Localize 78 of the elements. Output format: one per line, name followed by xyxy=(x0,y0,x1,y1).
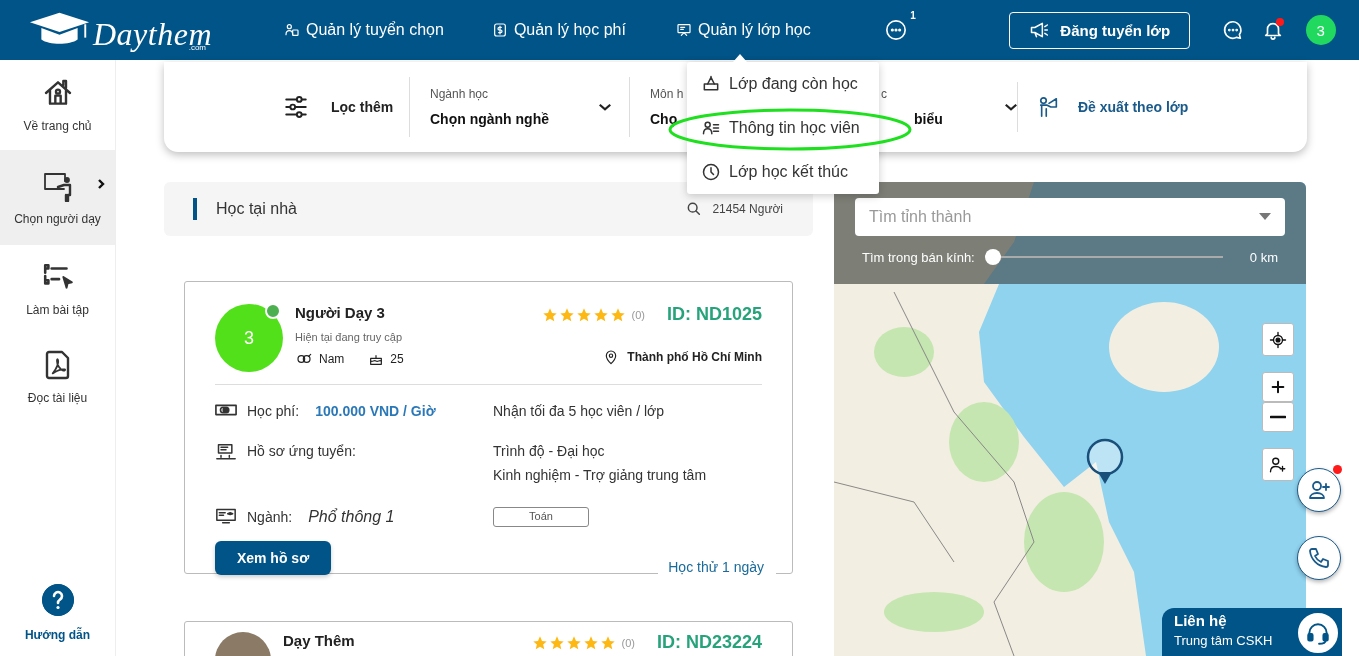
clock-icon xyxy=(701,162,721,182)
suggest-link[interactable]: Đề xuất theo lớp xyxy=(1017,82,1189,132)
sidebar-item[interactable]: Đọc tài liệu xyxy=(0,333,115,421)
trial-text: Học thử 1 ngày xyxy=(658,559,776,575)
more-filters-button[interactable]: Lọc thêm xyxy=(283,94,409,120)
capacity-text: Nhận tối đa 5 học viên / lớp xyxy=(493,403,666,419)
chevron-icon xyxy=(97,178,105,190)
avatar: 3 xyxy=(215,304,283,372)
add-person-button[interactable] xyxy=(1262,448,1294,481)
chat-button[interactable] xyxy=(1221,19,1244,41)
major-label: Ngành: xyxy=(247,509,293,525)
person-plus-icon xyxy=(1307,478,1331,502)
major-value: Phổ thông 1 xyxy=(308,508,395,526)
contact-subtitle: Trung tâm CSKH xyxy=(1174,633,1274,648)
person-plus-icon xyxy=(1269,455,1287,474)
sidebar-item[interactable]: Chọn người dạy xyxy=(0,150,115,245)
filter-dropdown[interactable]: c biểu xyxy=(881,77,1017,137)
status-text: Hiện tại đang truy cập xyxy=(295,331,403,343)
person-list-icon xyxy=(701,118,721,138)
view-profile-button[interactable]: Xem hồ sơ xyxy=(215,541,331,575)
megaphone-icon xyxy=(1028,20,1051,40)
sidebar-item[interactable]: Về trang chủ xyxy=(0,60,115,150)
post-class-button[interactable]: Đăng tuyển lớp xyxy=(1008,11,1190,49)
profile-detail: Trình độ - Đại học xyxy=(493,443,606,459)
review-count: (0) xyxy=(621,636,635,649)
age: 25 xyxy=(390,352,404,366)
tutor-name: Người Dạy 3 xyxy=(295,304,386,321)
phone-icon xyxy=(1307,546,1331,570)
fee-label: Học phí: xyxy=(247,403,300,419)
locate-button[interactable] xyxy=(1262,323,1294,356)
dollar-icon xyxy=(491,22,508,38)
plus-icon xyxy=(1270,379,1286,395)
desk-icon xyxy=(701,74,721,94)
zoom-in-button[interactable] xyxy=(1262,372,1294,402)
fee-value: 100.000 VND / Giờ xyxy=(315,403,436,419)
presentation-icon xyxy=(215,443,237,463)
logo[interactable]: Daythem .com xyxy=(28,8,212,52)
search-icon xyxy=(686,201,703,217)
money-icon xyxy=(215,403,237,417)
menu-item[interactable]: Lớp đang còn học xyxy=(687,62,879,106)
nav-link[interactable]: Quản lý lớp học xyxy=(675,21,811,39)
computer-icon xyxy=(215,507,237,527)
chat-icon xyxy=(1221,19,1244,41)
zoom-out-button[interactable] xyxy=(1262,402,1294,432)
headset-icon xyxy=(1305,620,1331,646)
radius-value: 0 km xyxy=(1249,249,1278,265)
people-icon xyxy=(284,22,300,38)
menu-item[interactable]: Lớp học kết thúc xyxy=(687,150,879,194)
review-count: (0) xyxy=(631,308,645,321)
call-button[interactable] xyxy=(1297,536,1341,580)
tutor-id: ID: ND1025 xyxy=(666,304,762,325)
dropdown-arrow-icon xyxy=(1259,213,1271,221)
notification-count: 1 xyxy=(910,10,916,21)
subject-tag: Toán xyxy=(493,507,589,527)
monitor-icon xyxy=(675,22,692,38)
profile-detail: Kinh nghiệm - Trợ giảng trung tâm xyxy=(493,467,708,483)
help-link[interactable]: Hướng dẫn xyxy=(0,584,115,656)
tutor-name: Dạy Thêm xyxy=(283,632,356,649)
nav-link[interactable]: Quản lý tuyển chọn xyxy=(284,21,444,39)
profile-label: Hồ sơ ứng tuyển: xyxy=(247,443,356,459)
nav-link[interactable]: Quản lý học phí xyxy=(491,21,626,39)
more-icon xyxy=(884,19,907,41)
sidebar-item[interactable]: Làm bài tập xyxy=(0,245,115,333)
filter-dropdown[interactable]: Môn h Chọ xyxy=(629,77,686,137)
filter-dropdown[interactable]: Ngành học Chọn ngành nghề xyxy=(409,77,629,137)
tutor-id: ID: ND23224 xyxy=(656,632,762,653)
add-friend-button[interactable] xyxy=(1297,468,1341,512)
list-title: Học tại nhà xyxy=(216,200,298,218)
gender: Nam xyxy=(319,352,345,366)
minus-icon xyxy=(1270,415,1286,419)
pointing-person-icon xyxy=(1038,95,1060,119)
result-count: 21454 Người xyxy=(712,202,783,216)
contact-title: Liên hệ xyxy=(1174,612,1228,629)
locate-icon xyxy=(1269,330,1287,349)
help-icon xyxy=(41,584,74,616)
sliders-icon xyxy=(283,94,309,120)
radius-label: Tìm trong bán kính: xyxy=(862,249,975,265)
location: Thành phố Hồ Chí Minh xyxy=(627,350,762,364)
